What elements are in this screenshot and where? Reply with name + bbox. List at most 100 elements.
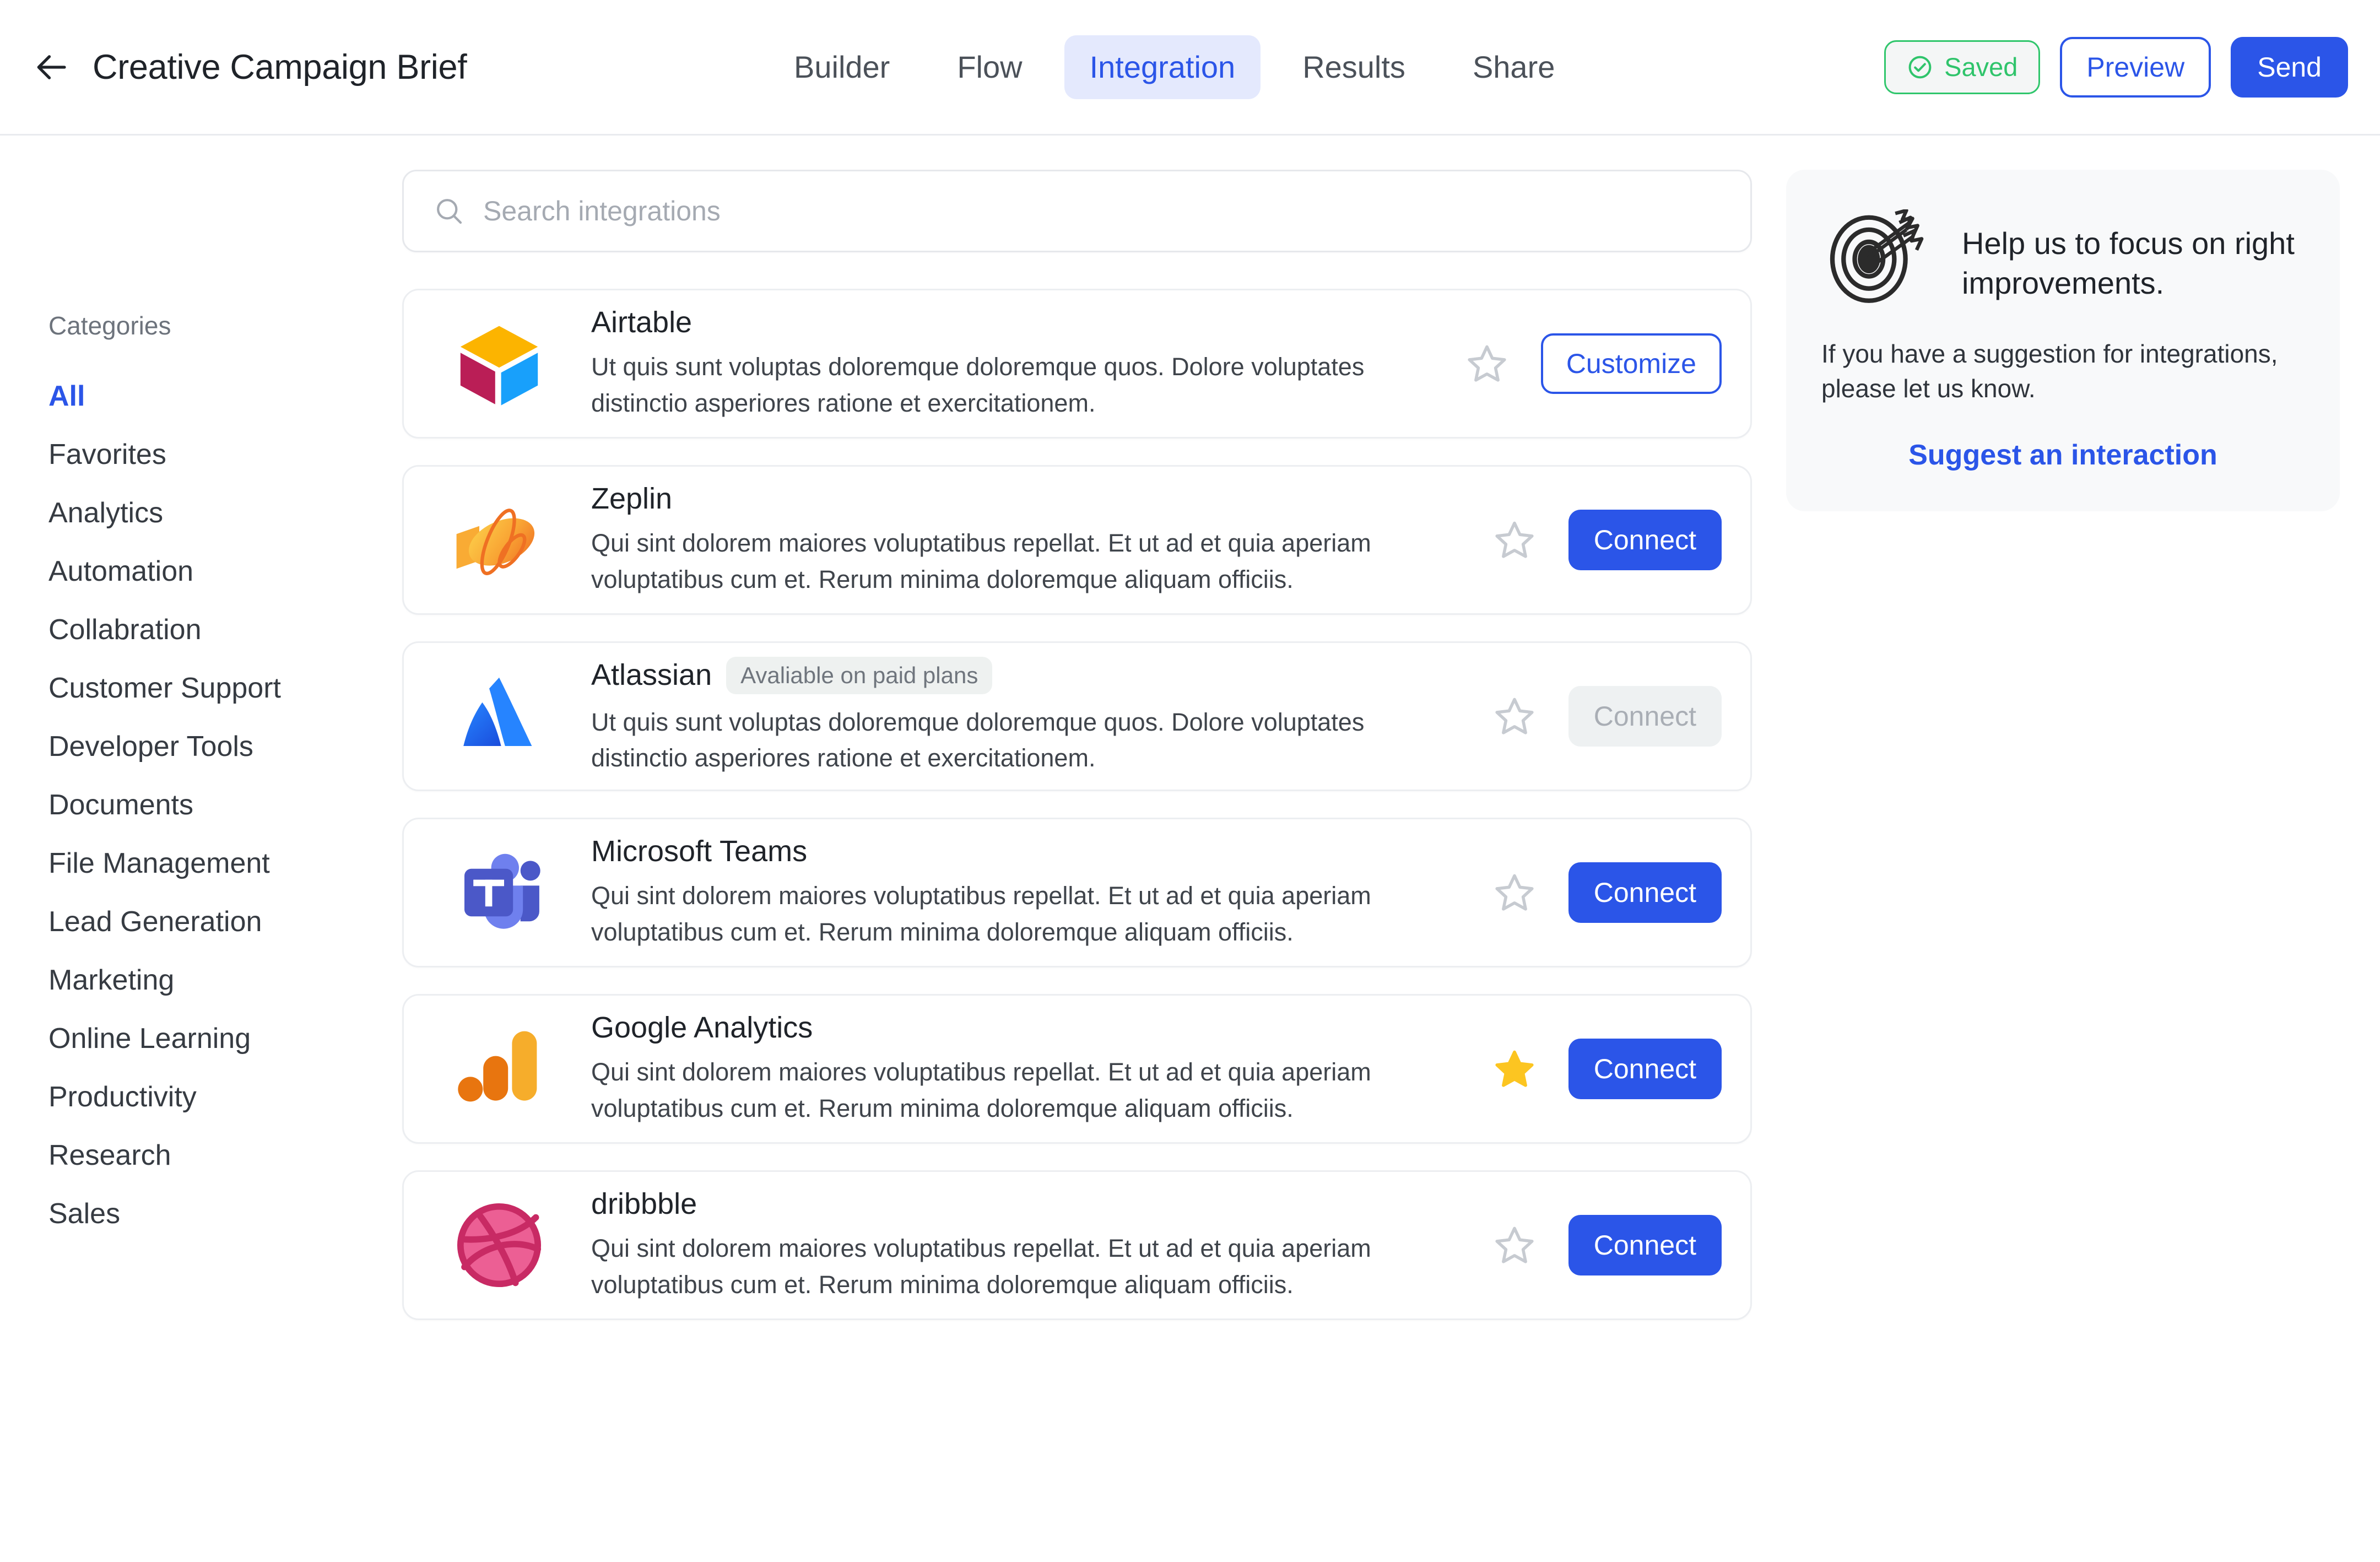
sidebar-item-research[interactable]: Research (48, 1126, 402, 1185)
integration-card-dribbble: dribbble Qui sint dolorem maiores volupt… (402, 1170, 1752, 1320)
page-body: Categories All Favorites Analytics Autom… (0, 136, 2380, 1347)
tab-results[interactable]: Results (1277, 35, 1431, 99)
favorite-star-icon[interactable] (1464, 340, 1510, 387)
card-body: Atlassian Avaliable on paid plans Ut qui… (551, 656, 1491, 776)
tab-flow[interactable]: Flow (932, 35, 1047, 99)
connect-button[interactable]: Connect (1568, 862, 1722, 923)
card-title-row: Airtable (591, 306, 1442, 339)
favorite-star-icon[interactable] (1491, 517, 1538, 563)
card-title-row: Atlassian Avaliable on paid plans (591, 656, 1469, 694)
integration-description: Ut quis sunt voluptas doloremque dolorem… (591, 353, 1365, 417)
google-analytics-logo-icon (447, 1017, 551, 1121)
card-actions: Connect (1491, 1039, 1722, 1099)
card-actions: Customize (1464, 333, 1722, 394)
sidebar-item-developer-tools[interactable]: Developer Tools (48, 717, 402, 776)
favorite-star-icon[interactable] (1491, 693, 1538, 739)
sidebar-item-collabration[interactable]: Collabration (48, 601, 402, 659)
card-title-row: dribbble (591, 1187, 1469, 1221)
sidebar-item-sales[interactable]: Sales (48, 1185, 402, 1243)
card-body: Microsoft Teams Qui sint dolorem maiores… (551, 835, 1491, 950)
sidebar-item-file-management[interactable]: File Management (48, 834, 402, 893)
tab-share[interactable]: Share (1447, 35, 1580, 99)
status-badge-saved: Saved (1884, 40, 2041, 94)
card-title-row: Zeplin (591, 482, 1469, 516)
sidebar-item-online-learning[interactable]: Online Learning (48, 1009, 402, 1068)
top-bar-actions: Saved Preview Send (1884, 36, 2348, 98)
status-badge-paid-plans: Avaliable on paid plans (726, 656, 993, 694)
sidebar-item-productivity[interactable]: Productivity (48, 1068, 402, 1126)
promo-text: If you have a suggestion for integration… (1821, 339, 2278, 403)
page-title: Creative Campaign Brief (93, 47, 467, 87)
integration-description: Qui sint dolorem maiores voluptatibus re… (591, 1234, 1371, 1299)
tab-builder[interactable]: Builder (769, 35, 915, 99)
dribbble-logo-icon (447, 1193, 551, 1298)
card-actions: Connect (1491, 862, 1722, 923)
saved-label: Saved (1944, 52, 2018, 82)
integrations-list: Airtable Ut quis sunt voluptas doloremqu… (402, 170, 1752, 1347)
microsoft-teams-logo-icon (447, 840, 551, 945)
top-bar: Creative Campaign Brief Builder Flow Int… (0, 0, 2380, 136)
card-actions: Connect (1491, 1215, 1722, 1275)
connect-button[interactable]: Connect (1568, 1039, 1722, 1099)
integration-description: Ut quis sunt voluptas doloremque dolorem… (591, 707, 1365, 772)
right-rail: Help us to focus on right improvements. … (1752, 170, 2380, 511)
card-title-row: Microsoft Teams (591, 835, 1469, 868)
integration-name: Microsoft Teams (591, 835, 808, 868)
integration-description: Qui sint dolorem maiores voluptatibus re… (591, 1058, 1371, 1122)
integration-name: Google Analytics (591, 1011, 813, 1045)
zeplin-logo-icon (447, 488, 551, 592)
integration-name: Atlassian (591, 658, 712, 692)
sidebar-item-favorites[interactable]: Favorites (48, 425, 402, 484)
integration-card-google-analytics: Google Analytics Qui sint dolorem maiore… (402, 994, 1752, 1144)
sidebar-item-marketing[interactable]: Marketing (48, 951, 402, 1009)
card-title-row: Google Analytics (591, 1011, 1469, 1045)
integration-card-airtable: Airtable Ut quis sunt voluptas doloremqu… (402, 289, 1752, 439)
favorite-star-icon[interactable] (1491, 869, 1538, 916)
favorite-star-icon-filled[interactable] (1491, 1046, 1538, 1092)
check-circle-icon (1907, 54, 1933, 80)
connect-button[interactable]: Connect (1568, 1215, 1722, 1275)
atlassian-logo-icon (447, 664, 551, 769)
integration-card-atlassian: Atlassian Avaliable on paid plans Ut qui… (402, 641, 1752, 791)
tab-integration[interactable]: Integration (1064, 35, 1261, 99)
card-body: Airtable Ut quis sunt voluptas doloremqu… (551, 306, 1464, 421)
back-arrow-icon[interactable] (34, 49, 71, 85)
integration-card-zeplin: Zeplin Qui sint dolorem maiores voluptat… (402, 465, 1752, 615)
search-input[interactable] (464, 171, 1750, 251)
suggest-an-interaction-link[interactable]: Suggest an interaction (1821, 441, 2305, 469)
suggestion-panel: Help us to focus on right improvements. … (1786, 170, 2340, 511)
card-body: Zeplin Qui sint dolorem maiores voluptat… (551, 482, 1491, 597)
search-icon (434, 196, 464, 226)
integration-card-microsoft-teams: Microsoft Teams Qui sint dolorem maiores… (402, 818, 1752, 968)
sidebar-heading: Categories (48, 311, 171, 340)
card-body: Google Analytics Qui sint dolorem maiore… (551, 1011, 1491, 1126)
favorite-star-icon[interactable] (1491, 1222, 1538, 1268)
card-body: dribbble Qui sint dolorem maiores volupt… (551, 1187, 1491, 1302)
sidebar-item-documents[interactable]: Documents (48, 776, 402, 834)
top-bar-left: Creative Campaign Brief (0, 47, 467, 87)
connect-button-disabled: Connect (1568, 686, 1722, 747)
integration-name: Airtable (591, 306, 693, 339)
sidebar-item-automation[interactable]: Automation (48, 542, 402, 601)
sidebar-item-analytics[interactable]: Analytics (48, 484, 402, 542)
integration-name: Zeplin (591, 482, 673, 516)
airtable-logo-icon (447, 311, 551, 416)
card-actions: Connect (1491, 686, 1722, 747)
promo-title: Help us to focus on right improvements. (1962, 226, 2295, 300)
card-actions: Connect (1491, 510, 1722, 570)
top-nav-tabs: Builder Flow Integration Results Share (769, 35, 1580, 99)
integration-name: dribbble (591, 1187, 697, 1221)
send-button[interactable]: Send (2231, 36, 2348, 98)
connect-button[interactable]: Connect (1568, 510, 1722, 570)
sidebar-item-lead-generation[interactable]: Lead Generation (48, 893, 402, 951)
integration-description: Qui sint dolorem maiores voluptatibus re… (591, 529, 1371, 593)
customize-button[interactable]: Customize (1540, 333, 1722, 394)
search-bar[interactable] (402, 170, 1752, 252)
sidebar-item-customer-support[interactable]: Customer Support (48, 659, 402, 717)
categories-sidebar: Categories All Favorites Analytics Autom… (0, 170, 402, 1243)
integration-description: Qui sint dolorem maiores voluptatibus re… (591, 882, 1371, 946)
target-with-arrows-icon (1821, 209, 1940, 306)
promo-head: Help us to focus on right improvements. (1821, 209, 2305, 306)
preview-button[interactable]: Preview (2060, 36, 2211, 98)
sidebar-item-all[interactable]: All (48, 367, 402, 425)
